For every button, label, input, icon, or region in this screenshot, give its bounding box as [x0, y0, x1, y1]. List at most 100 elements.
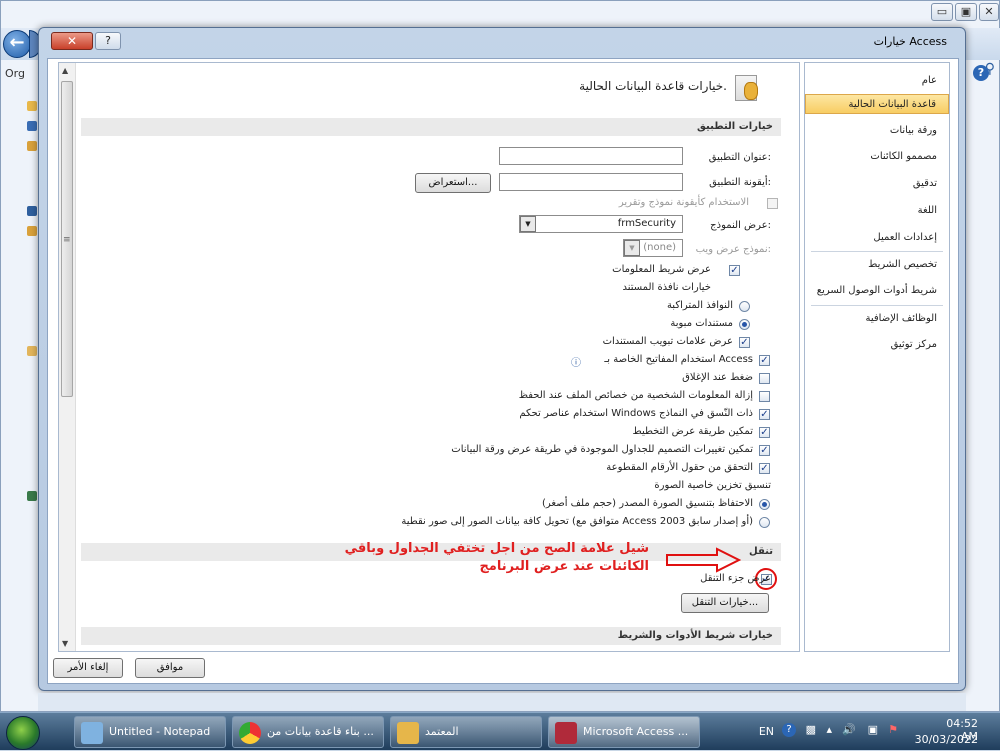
minimize-button[interactable]: ▭ — [931, 3, 953, 21]
truncated-fields-checkbox[interactable]: ✓ — [759, 463, 770, 474]
taskbar-item-folder[interactable]: المعتمد — [390, 716, 542, 748]
ok-button[interactable]: موافق — [135, 658, 205, 678]
window-close-button[interactable]: ✕ — [979, 3, 999, 21]
status-bar-label: عرض شريط المعلومات — [612, 264, 711, 275]
doc-tabs-checkbox[interactable]: ✓ — [739, 337, 750, 348]
design-changes-checkbox[interactable]: ✓ — [759, 445, 770, 456]
overlapping-windows-label: النوافذ المتراكبة — [666, 300, 733, 311]
nav-item-client-settings[interactable]: إعدادات العميل — [805, 228, 949, 248]
taskbar-item-notepad[interactable]: Untitled - Notepad — [74, 716, 226, 748]
maximize-button[interactable]: ▣ — [955, 3, 977, 21]
scroll-up-arrow-icon[interactable]: ▲ — [62, 66, 68, 75]
dialog-title: خيارات Access — [873, 35, 947, 48]
doc-tabs-label: عرض علامات تبويب المستندات — [602, 336, 733, 347]
app-title-field[interactable] — [499, 147, 683, 165]
chevron-down-icon[interactable]: ▼ — [624, 240, 640, 256]
nav-item-language[interactable]: اللغة — [805, 201, 949, 221]
network-icon[interactable]: ▣ — [868, 723, 878, 736]
web-form-label: نموذج عرض ويب: — [695, 244, 771, 255]
annotation-line-2: الكائنات عند عرض البرنامج — [479, 559, 649, 574]
nav-item-customize-ribbon[interactable]: تخصيص الشريط — [805, 255, 949, 275]
clock-date[interactable]: 30/03/2022 — [915, 733, 978, 746]
options-main-panel: ▲ ≡ ▼ خيارات قاعدة البيانات الحالية. خيا… — [58, 62, 800, 652]
scroll-down-arrow-icon[interactable]: ▼ — [62, 639, 68, 648]
convert-bitmaps-radio[interactable] — [759, 517, 770, 528]
help-icon[interactable]: ? — [782, 723, 796, 737]
browse-button[interactable]: استعراض... — [415, 173, 491, 193]
page-title: خيارات قاعدة البيانات الحالية. — [579, 79, 727, 93]
folder-icon — [397, 722, 419, 744]
taskbar-item-label: المعتمد — [425, 725, 459, 738]
remove-personal-info-checkbox[interactable] — [759, 391, 770, 402]
favorites-star-icon — [27, 101, 37, 111]
action-center-icon[interactable]: ⚑ — [888, 723, 898, 736]
tabbed-documents-radio[interactable] — [739, 319, 750, 330]
taskbar-item-label: Microsoft Access ... — [583, 725, 689, 738]
nav-item-datasheet[interactable]: ورقة بيانات — [805, 121, 949, 141]
access-keys-label: استخدام المفاتيح الخاصة بـ Access — [604, 354, 753, 365]
folder-icon — [27, 346, 37, 356]
taskbar: Untitled - Notepad بناء قاعدة بيانات من … — [0, 712, 1000, 750]
display-form-select[interactable]: frmSecurity — [519, 215, 683, 233]
nav-item-object-designers[interactable]: مصممو الكائنات — [805, 147, 949, 167]
taskbar-item-label: بناء قاعدة بيانات من ... — [267, 725, 374, 738]
nav-item-trust-center[interactable]: مركز توثيق — [805, 335, 949, 355]
app-icon-field[interactable] — [499, 173, 683, 191]
remove-personal-info-label: إزالة المعلومات الشخصية من خصائص الملف ع… — [518, 390, 753, 401]
truncated-fields-label: التحقق من حقول الأرقام المقطوعة — [606, 462, 753, 473]
help-icon[interactable]: ? — [973, 65, 989, 81]
cancel-button[interactable]: إلغاء الأمر — [53, 658, 123, 678]
dialog-close-button[interactable]: ✕ — [51, 32, 93, 50]
overlapping-windows-radio[interactable] — [739, 301, 750, 312]
display-form-label: عرض النموذج: — [710, 220, 771, 231]
app-icon-label: أيقونة التطبيق: — [709, 177, 771, 188]
vertical-scrollbar[interactable]: ▲ ≡ ▼ — [59, 63, 76, 651]
use-as-icon-label: الاستخدام كأيقونة نموذج وتقرير — [618, 197, 749, 208]
layout-view-checkbox[interactable]: ✓ — [759, 427, 770, 438]
layout-view-label: تمكين طريقة عرض التخطيط — [632, 426, 753, 437]
navigation-options-button[interactable]: خيارات التنقل... — [681, 593, 769, 613]
start-button[interactable] — [6, 716, 40, 750]
preserve-format-radio[interactable] — [759, 499, 770, 510]
folder-icon — [27, 141, 37, 151]
access-keys-checkbox[interactable]: ✓ — [759, 355, 770, 366]
chrome-icon — [239, 722, 261, 744]
nav-separator — [811, 251, 943, 252]
folder-icon — [27, 226, 37, 236]
nav-item-proofing[interactable]: تدقيق — [805, 174, 949, 194]
back-arrow-icon[interactable]: ← — [3, 30, 31, 58]
dialog-help-button[interactable]: ? — [95, 32, 121, 50]
nav-item-quick-access-toolbar[interactable]: شريط أدوات الوصول السريع — [805, 281, 949, 301]
volume-icon[interactable]: 🔊 — [842, 723, 856, 736]
show-hidden-icon[interactable]: ▴ — [826, 723, 832, 736]
annotation-line-1: شيل علامة الصح من اجل تختفي الجداول وباق… — [344, 541, 649, 556]
chevron-down-icon[interactable]: ▼ — [520, 216, 536, 232]
language-indicator[interactable]: EN — [759, 725, 774, 738]
taskbar-item-label: Untitled - Notepad — [109, 725, 211, 738]
taskbar-item-access[interactable]: Microsoft Access ... — [548, 716, 700, 748]
windows-themed-controls-checkbox[interactable]: ✓ — [759, 409, 770, 420]
keyboard-icon[interactable]: ▩ — [806, 723, 816, 736]
background-statusbar — [38, 693, 966, 711]
taskbar-item-chrome[interactable]: بناء قاعدة بيانات من ... — [232, 716, 384, 748]
section-app-options: خيارات التطبيق — [81, 118, 781, 136]
nav-item-current-database[interactable]: قاعدة البيانات الحالية — [805, 94, 949, 114]
computer-icon — [27, 206, 37, 216]
dialog-client: عام قاعدة البيانات الحالية ورقة بيانات م… — [47, 58, 959, 684]
windows-themed-controls-label: استخدام عناصر تحكم Windows ذات النّسق في… — [519, 408, 753, 419]
info-icon: ⓘ — [571, 358, 581, 369]
status-bar-checkbox[interactable]: ✓ — [729, 265, 740, 276]
use-as-icon-checkbox[interactable] — [767, 198, 778, 209]
nav-separator — [811, 305, 943, 306]
access-options-dialog: خيارات Access ✕ ? عام قاعدة البيانات الح… — [38, 27, 966, 691]
compact-on-close-checkbox[interactable] — [759, 373, 770, 384]
access-icon — [555, 722, 577, 744]
picture-format-label: تنسيق تخزين خاصية الصورة — [654, 480, 771, 491]
organize-menu[interactable]: Org — [5, 67, 25, 80]
nav-item-add-ins[interactable]: الوظائف الإضافية — [805, 309, 949, 329]
notepad-icon — [81, 722, 103, 744]
desktop-icon — [27, 121, 37, 131]
nav-item-general[interactable]: عام — [805, 71, 949, 91]
options-nav: عام قاعدة البيانات الحالية ورقة بيانات م… — [804, 62, 950, 652]
section-ribbon-toolbar: خيارات شريط الأدوات والشريط — [81, 627, 781, 645]
